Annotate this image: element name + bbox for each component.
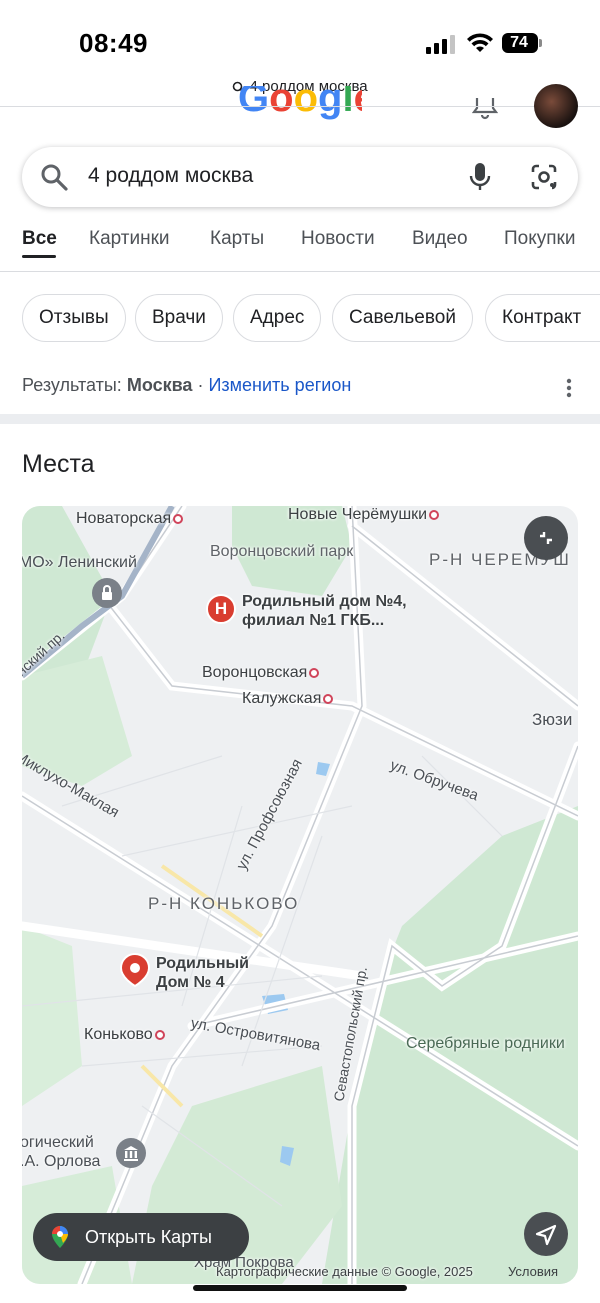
places-title: Места <box>22 450 95 478</box>
microphone-icon[interactable] <box>468 161 492 193</box>
search-icon <box>41 164 68 191</box>
district-label: Р-Н КОНЬКОВО <box>148 894 300 913</box>
street-label: «МО» Ленинский <box>22 554 137 571</box>
bell-icon[interactable] <box>472 98 498 120</box>
search-box[interactable]: 4 роддом москва <box>22 147 578 207</box>
status-time: 08:49 <box>79 28 148 58</box>
poi-label: огический <box>22 1134 94 1151</box>
results-prefix: Результаты: <box>22 375 122 395</box>
results-separator: · <box>197 375 204 395</box>
tab-all[interactable]: Все <box>22 228 57 250</box>
tab-images[interactable]: Картинки <box>89 228 170 250</box>
museum-icon[interactable] <box>116 1138 146 1168</box>
map-terms-link[interactable]: Условия <box>508 1264 558 1279</box>
navigation-arrow-icon <box>535 1224 557 1246</box>
metro-label: Калужская <box>242 690 334 708</box>
tab-maps[interactable]: Карты <box>210 228 264 250</box>
battery-icon: 74 <box>502 33 542 53</box>
cellular-signal-icon <box>426 35 455 54</box>
active-tab-indicator <box>22 255 56 258</box>
chip-contract[interactable]: Контракт <box>485 294 600 342</box>
search-input[interactable]: 4 роддом москва <box>88 164 253 188</box>
results-region-name: Москва <box>126 375 193 395</box>
section-separator <box>0 414 600 424</box>
collapse-map-button[interactable] <box>524 516 568 560</box>
park-label: Серебряные родники <box>406 1035 565 1052</box>
location-pin-icon[interactable] <box>118 952 152 988</box>
home-indicator <box>193 1285 407 1291</box>
map[interactable]: Новаторская Новые Черёмушки Воронцовский… <box>22 506 578 1284</box>
metro-label: Коньково <box>84 1026 165 1044</box>
collapse-icon <box>540 532 552 544</box>
change-region-link[interactable]: Изменить регион <box>208 375 351 395</box>
open-maps-label: Открыть Карты <box>85 1227 212 1247</box>
tab-videos[interactable]: Видео <box>412 228 468 250</box>
poi-main-label[interactable]: Родильный Дом № 4 <box>156 954 266 992</box>
google-lens-icon[interactable] <box>530 163 558 191</box>
lock-icon[interactable] <box>92 578 122 608</box>
poi-filial-label[interactable]: Родильный дом №4, филиал №1 ГКБ... <box>242 592 432 630</box>
open-maps-button[interactable]: Открыть Карты <box>33 1213 249 1261</box>
tab-shopping[interactable]: Покупки <box>504 228 575 250</box>
chip-savelyeva[interactable]: Савельевой <box>332 294 473 342</box>
chip-doctors[interactable]: Врачи <box>135 294 223 342</box>
poi-label: .А. Орлова <box>22 1153 101 1170</box>
results-region: Результаты: Москва · Изменить регион <box>22 375 351 396</box>
map-attribution: Картографические данные © Google, 2025 <box>216 1264 473 1279</box>
metro-label: Воронцовская <box>202 664 320 682</box>
directions-button[interactable] <box>524 1212 568 1256</box>
metro-label: Новаторская <box>76 510 184 528</box>
chip-reviews[interactable]: Отзывы <box>22 294 126 342</box>
more-options-icon[interactable] <box>566 378 572 398</box>
hospital-pin-icon[interactable]: H <box>206 594 236 624</box>
metro-label: Новые Черёмушки <box>288 506 440 524</box>
tabs-divider <box>0 271 600 272</box>
avatar[interactable] <box>534 84 578 128</box>
tab-news[interactable]: Новости <box>301 228 375 250</box>
district-label: Зюзи <box>532 710 573 729</box>
google-maps-icon <box>52 1226 68 1248</box>
header-divider <box>0 106 600 107</box>
chip-address[interactable]: Адрес <box>233 294 322 342</box>
wifi-icon <box>467 33 493 52</box>
battery-level: 74 <box>510 34 528 51</box>
park-label: Воронцовский парк <box>210 543 354 560</box>
